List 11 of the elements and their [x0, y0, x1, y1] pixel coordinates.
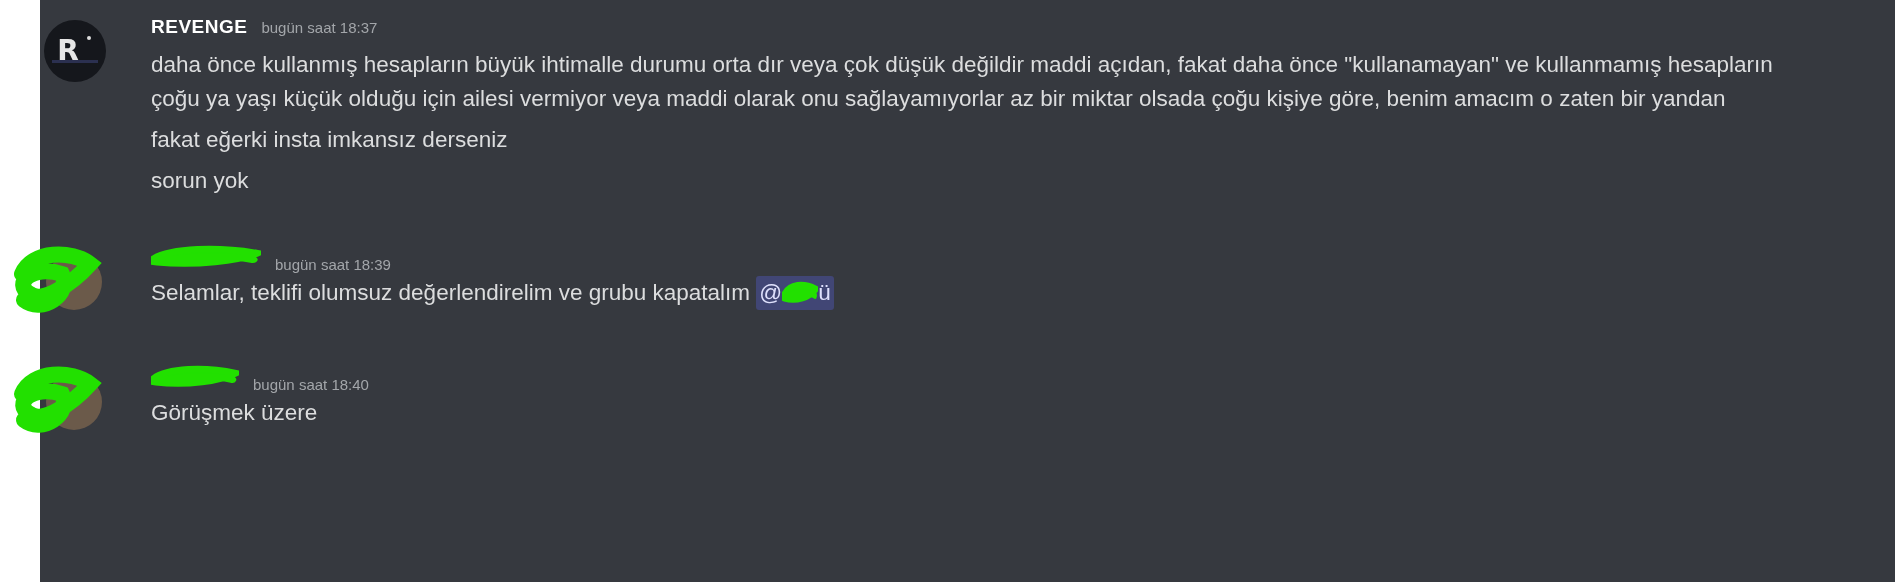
message-text: Görüşmek üzere — [151, 399, 319, 427]
message-text: Selamlar, teklifi olumsuz değerlendirelim ve grubu kapatalım — [151, 280, 751, 305]
user-mention[interactable]: @ ü — [756, 276, 834, 310]
avatar[interactable]: R — [44, 20, 106, 82]
timestamp: bugün saat 18:39 — [275, 256, 391, 273]
message-text: fakat eğerki insta imkansız derseniz — [151, 126, 509, 154]
message-text: sorun yok — [151, 167, 250, 195]
timestamp: bugün saat 18:40 — [253, 376, 369, 393]
author-name[interactable]: REVENGE — [151, 16, 248, 38]
redacted-mention — [782, 280, 819, 306]
timestamp: bugün saat 18:37 — [261, 19, 378, 36]
